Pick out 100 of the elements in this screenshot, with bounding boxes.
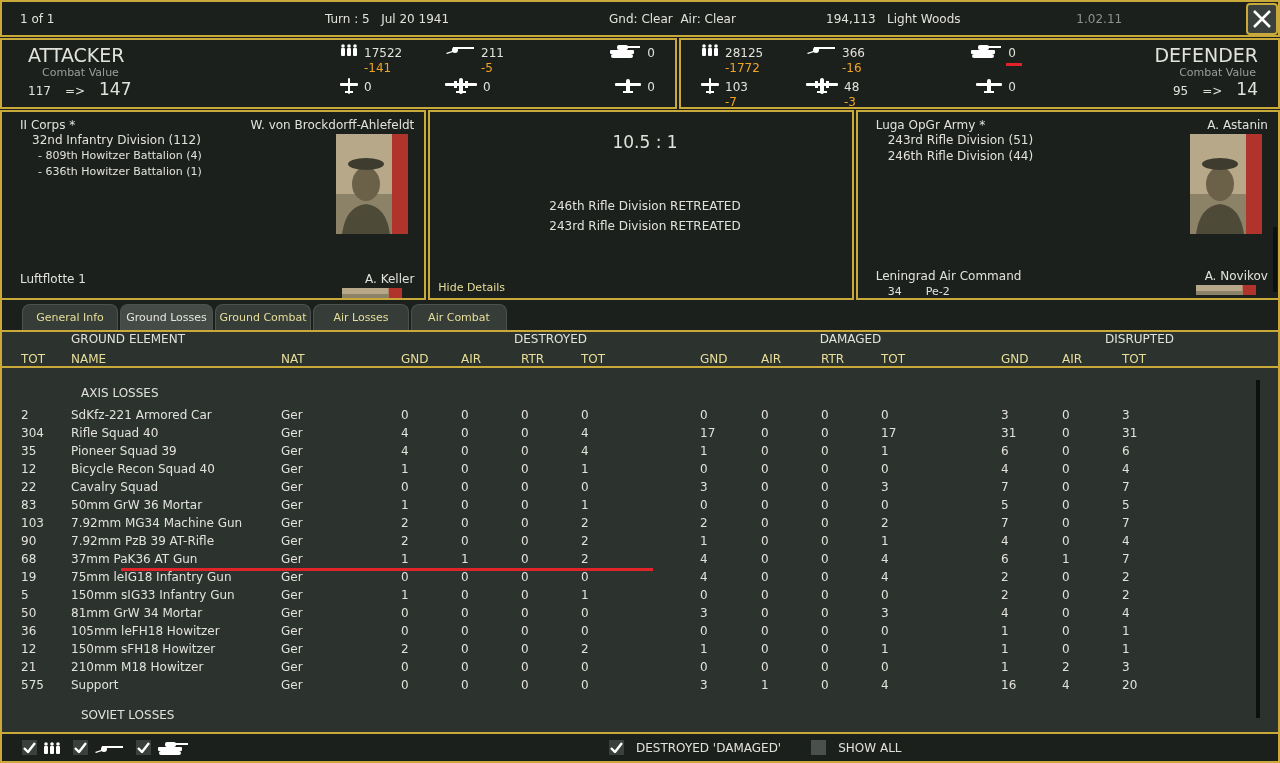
table-cell-text: 31 <box>1122 426 1139 440</box>
table-cell-text: 2 <box>401 534 410 548</box>
table-cell-text: 0 <box>521 588 530 602</box>
table-cell-text: 0 <box>821 480 830 494</box>
table-cell-text: 0 <box>700 624 709 638</box>
table-cell-text: 1 <box>700 642 709 656</box>
table-cell-text: Ger <box>281 426 304 440</box>
table-cell-text: 0 <box>761 588 770 602</box>
table-cell-text: 35 <box>21 444 38 458</box>
table-cell-text: 0 <box>581 606 590 620</box>
table-cell-text: 17 <box>700 426 717 440</box>
table-cell-text: 20 <box>1122 678 1139 692</box>
combat-value-before: 117 <box>28 84 51 98</box>
table-cell-text: 0 <box>821 552 830 566</box>
table-cell-text: 7 <box>1001 480 1010 494</box>
table-cell-text: 1 <box>1001 642 1010 656</box>
table-cell-text: 0 <box>821 534 830 548</box>
table-cell-text: 0 <box>761 498 770 512</box>
table-cell-text: 6 <box>1122 444 1131 458</box>
table-cell-text: 4 <box>401 444 410 458</box>
table-cell-text: 0 <box>821 408 830 422</box>
table-cell-text: 1 <box>881 534 890 548</box>
turn-date: Turn : 5 Jul 20 1941 <box>325 11 451 26</box>
table-cell-text: 1 <box>761 678 770 692</box>
table-cell-text: 0 <box>1062 426 1071 440</box>
table-cell-text: 5 <box>1122 498 1131 512</box>
version-number: 1.02.11 <box>1076 11 1123 26</box>
tab[interactable]: Air Combat <box>411 304 507 330</box>
option-label: SHOW ALL <box>838 740 902 755</box>
unit-name: 246th Rifle Division (44) <box>887 148 1034 164</box>
checkbox[interactable] <box>811 740 827 755</box>
tab[interactable]: Air Losses <box>313 304 409 330</box>
airplane-icon <box>340 78 358 94</box>
check-icon <box>610 742 623 753</box>
table-cell-text: 0 <box>761 660 770 674</box>
table-cell-text: Ger <box>281 408 304 422</box>
table-cell-text: 0 <box>761 624 770 638</box>
stat-value: 0 <box>647 80 655 94</box>
table-cell-text: 0 <box>521 660 530 674</box>
table-cell-text: 12 <box>21 462 38 476</box>
table-cell-text: 36 <box>21 624 38 638</box>
table-cell-text: 0 <box>521 642 530 656</box>
checkbox[interactable] <box>22 740 37 755</box>
checkbox[interactable] <box>73 740 88 755</box>
scrollbar[interactable] <box>1256 380 1260 718</box>
column-header: TOT <box>21 352 47 366</box>
table-cell-text: 7 <box>1122 516 1131 530</box>
table-cell-text: 75mm leIG18 Infantry Gun <box>71 570 233 584</box>
table-cell-text: 0 <box>521 516 530 530</box>
option-label: DESTROYED 'DAMAGED' <box>636 740 782 755</box>
tab[interactable]: Ground Combat <box>215 304 311 330</box>
table-cell-text: 0 <box>461 426 470 440</box>
table-cell-text: 2 <box>581 534 590 548</box>
table-cell-text: 0 <box>821 570 830 584</box>
table-cell-text: 4 <box>1001 606 1010 620</box>
column-header: AIR <box>1062 352 1084 366</box>
table-cell-text: 68 <box>21 552 38 566</box>
scrollbar[interactable] <box>1273 227 1277 292</box>
table-cell-text: 0 <box>881 498 890 512</box>
table-cell-text: 0 <box>761 444 770 458</box>
close-icon <box>1252 8 1272 29</box>
table-cell-text: 0 <box>1062 462 1071 476</box>
tab[interactable]: General Info <box>22 304 118 330</box>
table-cell-text: 2 <box>1001 588 1010 602</box>
tank-icon <box>157 740 189 755</box>
stat-value: 17522 <box>364 46 403 60</box>
table-cell-text: 4 <box>581 444 590 458</box>
table-cell-text: 0 <box>761 534 770 548</box>
table-cell-text: 0 <box>521 426 530 440</box>
column-group-header: GROUND ELEMENT <box>71 332 185 346</box>
table-cell-text: 0 <box>461 444 470 458</box>
table-cell-text: 0 <box>461 498 470 512</box>
stat-loss: -16 <box>842 61 862 76</box>
table-cell-text: 0 <box>521 606 530 620</box>
combat-value-label: Combat Value <box>1179 66 1256 79</box>
close-button[interactable] <box>1246 2 1278 35</box>
table-cell-text: 0 <box>821 516 830 530</box>
table-cell-text: Ger <box>281 660 304 674</box>
table-cell-text: 3 <box>881 606 890 620</box>
table-cell-text: 2 <box>1062 660 1071 674</box>
table-cell-text: Ger <box>281 534 304 548</box>
table-cell-text: 4 <box>1122 534 1131 548</box>
checkbox[interactable] <box>136 740 151 755</box>
table-cell-text: 0 <box>401 678 410 692</box>
table-cell-text: 0 <box>401 606 410 620</box>
table-cell-text: 0 <box>521 534 530 548</box>
table-cell-text: 1 <box>401 498 410 512</box>
table-cell-text: 0 <box>821 444 830 458</box>
table-cell-text: 0 <box>1062 498 1071 512</box>
table-cell-text: 7 <box>1122 552 1131 566</box>
aircraft-count: 34 <box>887 285 902 298</box>
checkbox[interactable] <box>609 740 624 755</box>
column-header: GND <box>1001 352 1030 366</box>
hide-details-link[interactable]: Hide Details <box>438 281 842 294</box>
table-cell-text: Ger <box>281 498 304 512</box>
tab[interactable]: Ground Losses <box>120 304 213 330</box>
commander-name: A. Astanin <box>1207 118 1268 132</box>
column-header: RTR <box>821 352 846 366</box>
table-cell-text: 5 <box>1001 498 1010 512</box>
weather-text: Gnd: Clear Air: Clear <box>609 11 737 26</box>
